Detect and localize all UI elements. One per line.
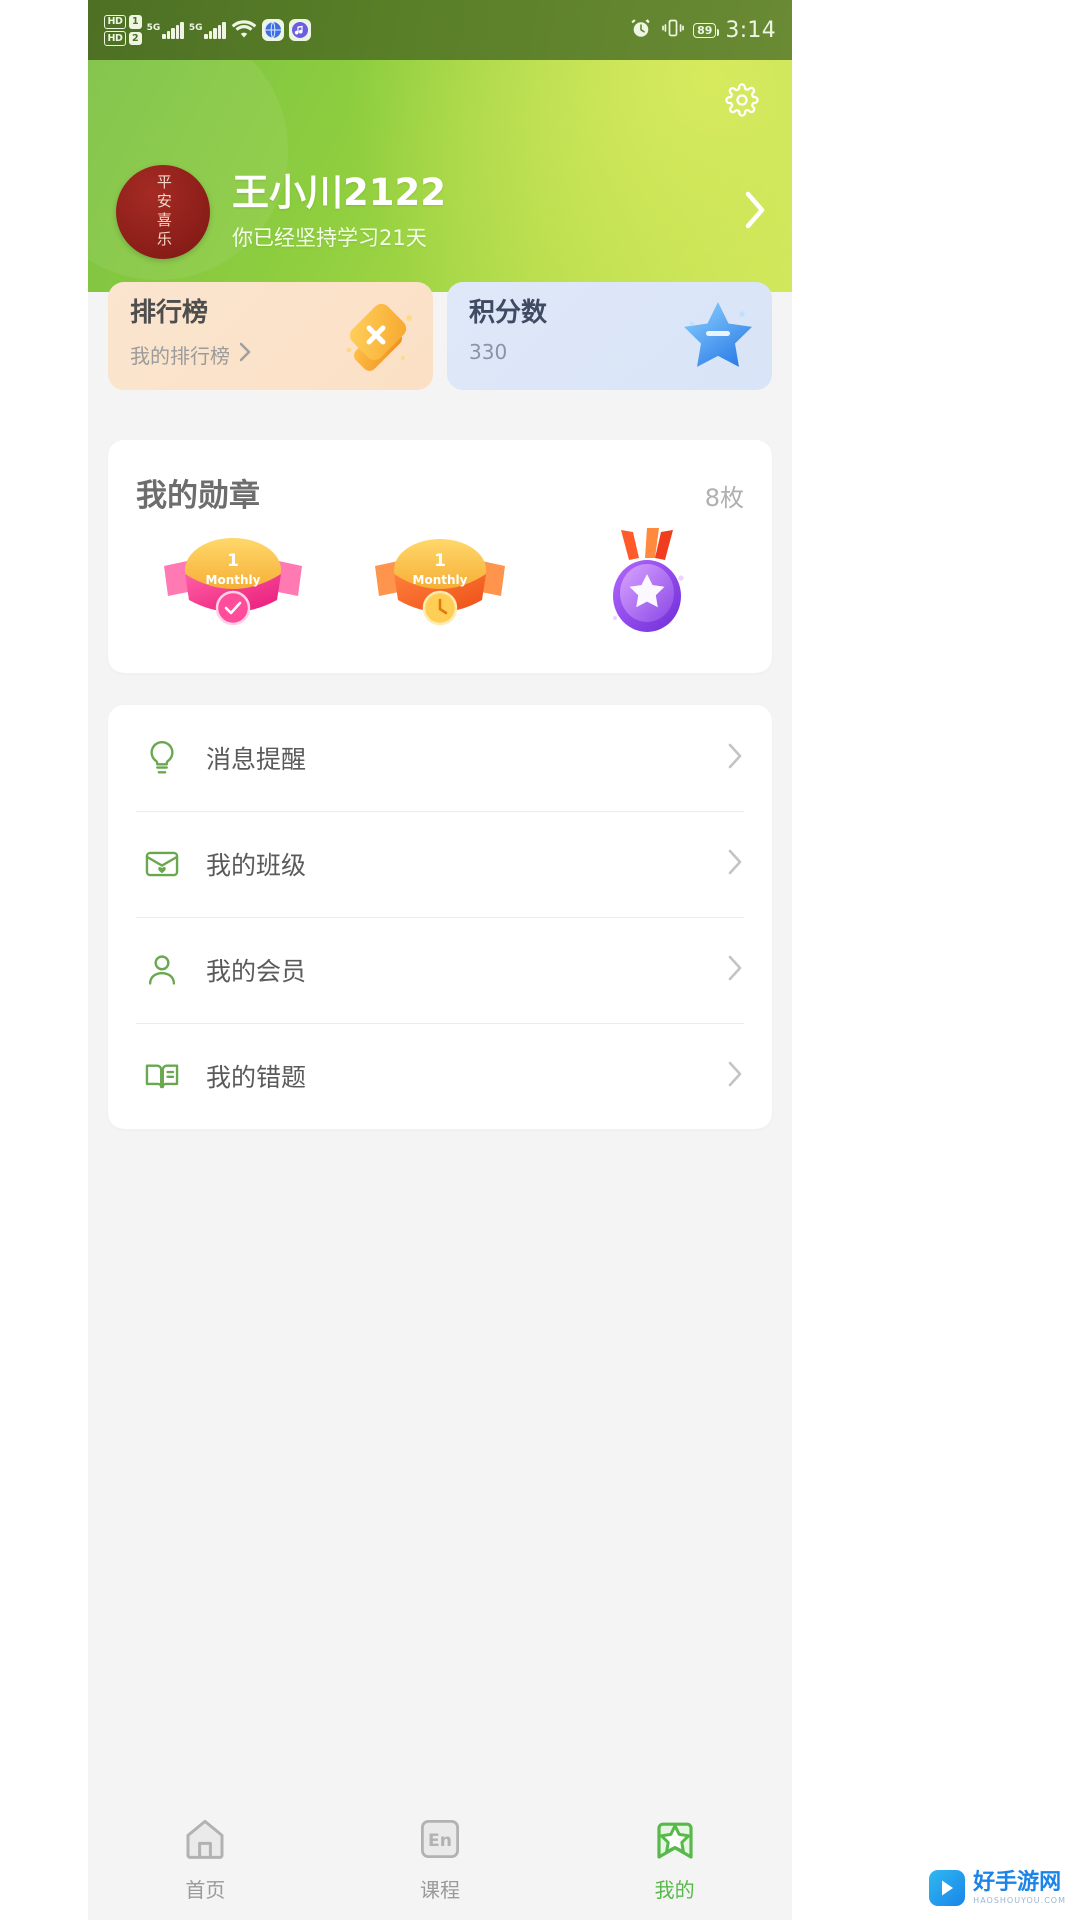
- status-bar-clock: 3:14: [725, 17, 776, 43]
- svg-text:1: 1: [227, 551, 239, 571]
- lightbulb-icon: [136, 739, 188, 777]
- person-icon: [136, 951, 188, 989]
- status-bar-left: HD 1 HD 2 5G 5G: [104, 14, 311, 46]
- network-type-2: 5G: [188, 22, 203, 33]
- battery-icon: 89: [693, 22, 720, 38]
- bookmark-star-icon: [650, 1815, 700, 1867]
- badge-item[interactable]: 1 Monthly: [130, 529, 337, 639]
- left-letterbox: [0, 0, 88, 1920]
- envelope-heart-icon: [136, 845, 188, 883]
- signal-icon-2: 5G: [188, 21, 226, 39]
- menu-item-membership[interactable]: 我的会员: [136, 917, 744, 1023]
- watermark-sub: HAOSHOUYOU.COM: [973, 1895, 1066, 1905]
- menu-card: 消息提醒 我的班级 我的会员 我的错题: [108, 705, 772, 1129]
- purple-star-medal-badge: [587, 526, 707, 642]
- badges-section: 我的勋章 8枚 1 Monthly 1 Monthly: [88, 440, 792, 673]
- gear-icon[interactable]: [722, 80, 762, 120]
- svg-text:Monthly: Monthly: [206, 573, 261, 587]
- chevron-right-icon[interactable]: [726, 953, 744, 987]
- book-icon: [136, 1057, 188, 1095]
- tab-label: 首页: [185, 1878, 226, 1902]
- tab-label: 课程: [420, 1878, 460, 1902]
- status-bar-right: 89 3:14: [629, 16, 776, 44]
- music-icon: [288, 19, 311, 41]
- orange-box-icon: [331, 288, 427, 384]
- avatar[interactable]: 平安喜乐: [116, 165, 210, 259]
- hd2-label: HD: [104, 31, 127, 46]
- vibrate-icon: [662, 18, 684, 42]
- chevron-right-icon[interactable]: [742, 188, 768, 236]
- stat-cards: 排行榜 我的排行榜 积分数 330: [88, 282, 792, 390]
- chevron-right-icon[interactable]: [726, 847, 744, 881]
- menu-section: 消息提醒 我的班级 我的会员 我的错题: [88, 705, 792, 1129]
- hd1-label: HD: [104, 14, 127, 29]
- watermark-text: 好手游网 HAOSHOUYOU.COM: [973, 1869, 1066, 1905]
- hd2-sim-number: 2: [129, 31, 142, 45]
- hd1-sim-number: 1: [129, 15, 142, 29]
- watermark-main: 好手游网: [973, 1869, 1062, 1895]
- rank-card[interactable]: 排行榜 我的排行榜: [108, 282, 433, 390]
- signal-icon-1: 5G: [146, 21, 184, 39]
- chevron-right-icon[interactable]: [726, 741, 744, 775]
- monthly-orange-ribbon-badge: 1 Monthly: [365, 530, 515, 638]
- badges-row: 1 Monthly 1 Monthly: [108, 515, 772, 673]
- status-bar: HD 1 HD 2 5G 5G 89 3:14: [88, 0, 792, 60]
- play-badge-icon: [929, 1870, 966, 1906]
- network-type-1: 5G: [146, 22, 161, 33]
- badge-item[interactable]: 1 Monthly: [337, 529, 544, 639]
- bottom-nav: 首页 En 课程 我的: [88, 1798, 792, 1920]
- badges-title: 我的勋章: [136, 478, 260, 514]
- menu-item-mistakes[interactable]: 我的错题: [136, 1023, 744, 1129]
- chevron-right-icon[interactable]: [726, 1059, 744, 1093]
- battery-level: 89: [697, 23, 713, 37]
- streak-text: 你已经坚持学习21天: [232, 226, 427, 251]
- user-name: 王小川2122: [232, 170, 446, 214]
- profile-header: 平安喜乐 王小川2122 你已经坚持学习21天: [88, 60, 792, 292]
- wifi-icon: [231, 18, 257, 42]
- badges-card: 我的勋章 8枚 1 Monthly 1 Monthly: [108, 440, 772, 673]
- avatar-calligraphy: 平安喜乐: [154, 174, 173, 250]
- hd-sim-icon: HD 1 HD 2: [104, 14, 142, 46]
- badge-item[interactable]: [543, 526, 750, 642]
- svg-text:Monthly: Monthly: [413, 573, 468, 587]
- menu-item-class[interactable]: 我的班级: [136, 811, 744, 917]
- en-course-icon: En: [415, 1815, 465, 1867]
- tab-courses[interactable]: En 课程: [323, 1815, 558, 1903]
- rank-card-subtitle: 我的排行榜: [130, 344, 230, 368]
- profile-row[interactable]: 平安喜乐 王小川2122 你已经坚持学习21天: [116, 165, 768, 259]
- tab-mine[interactable]: 我的: [557, 1815, 792, 1903]
- menu-item-messages[interactable]: 消息提醒: [136, 705, 744, 811]
- chevron-right-icon[interactable]: [238, 341, 252, 368]
- alarm-icon: [629, 16, 653, 44]
- points-card-value: 330: [469, 340, 508, 364]
- home-icon: [180, 1815, 230, 1867]
- phone-screen: HD 1 HD 2 5G 5G 89 3:14 平安喜乐 王小川2122 你已经…: [88, 0, 792, 1920]
- right-letterbox: [792, 0, 1080, 1920]
- tab-label: 我的: [654, 1878, 695, 1902]
- menu-item-label: 消息提醒: [206, 745, 307, 774]
- menu-item-label: 我的错题: [206, 1063, 307, 1092]
- svg-text:En: En: [428, 1831, 452, 1851]
- tab-home[interactable]: 首页: [88, 1815, 323, 1903]
- points-card[interactable]: 积分数 330: [447, 282, 772, 390]
- profile-info: 王小川2122 你已经坚持学习21天: [232, 170, 710, 253]
- watermark: 好手游网 HAOSHOUYOU.COM: [929, 1870, 1066, 1906]
- badges-header: 我的勋章 8枚: [108, 440, 772, 515]
- menu-item-label: 我的会员: [206, 957, 307, 986]
- blue-star-icon: [670, 288, 766, 384]
- badges-count: 8枚: [704, 484, 744, 512]
- browser-icon: [261, 19, 284, 41]
- svg-text:1: 1: [434, 551, 446, 571]
- menu-item-label: 我的班级: [206, 851, 307, 880]
- monthly-pink-ribbon-badge: 1 Monthly: [158, 530, 308, 638]
